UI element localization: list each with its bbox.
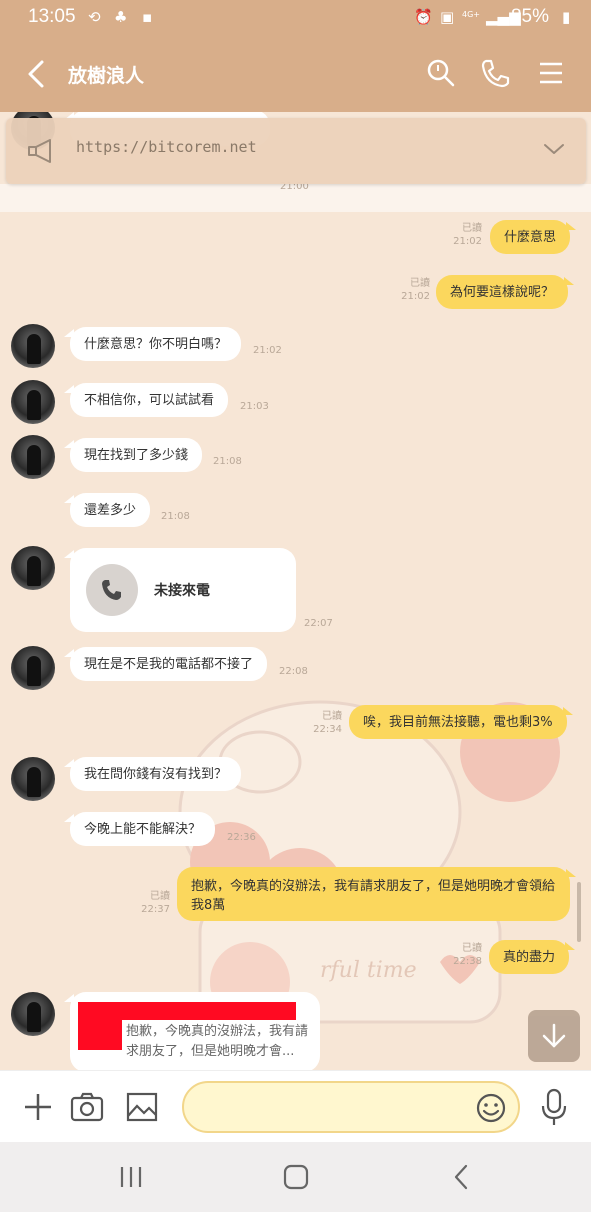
lock-icon: ▣ (440, 8, 455, 26)
message-time: 22:36 (227, 832, 256, 843)
message-read-time: 已讀 21:02 (450, 222, 482, 248)
contact-avatar[interactable] (11, 646, 55, 690)
announcement-banner[interactable]: https://bitcorem.net (6, 118, 586, 184)
read-receipt: 已讀 (462, 223, 482, 234)
image-icon[interactable] (124, 1089, 160, 1125)
back-nav-icon[interactable] (446, 1162, 480, 1192)
read-receipt: 已讀 (462, 943, 482, 954)
message-time: 22:37 (141, 904, 170, 915)
message-input-field[interactable] (182, 1081, 520, 1133)
message-time: 21:03 (240, 401, 269, 412)
message-bubble-incoming[interactable]: 現在找到了多少錢 (63, 438, 203, 472)
back-arrow-icon[interactable] (22, 56, 54, 92)
message-bubble-incoming[interactable]: 現在是不是我的電話都不接了 (63, 647, 268, 681)
read-receipt: 已讀 (410, 278, 430, 289)
message-time: 21:08 (213, 456, 242, 467)
message-icon: ▪ (142, 8, 153, 26)
menu-icon[interactable] (534, 56, 568, 90)
background-text: rful time (320, 958, 417, 983)
message-bubble-incoming[interactable]: 今晚上能不能解決？ (63, 812, 216, 846)
vpn-icon: ⟲ (88, 8, 101, 26)
contact-avatar[interactable] (11, 546, 55, 590)
message-bubble-outgoing[interactable]: 什麼意思 (490, 220, 577, 254)
message-time: 22:34 (313, 724, 342, 735)
chat-header: 放樹浪人 (0, 36, 591, 112)
scrollbar[interactable] (577, 882, 581, 942)
contact-avatar[interactable] (11, 324, 55, 368)
system-navigation-bar (0, 1142, 591, 1212)
home-icon[interactable] (279, 1162, 313, 1192)
message-read-time: 已讀 22:38 (450, 942, 482, 968)
status-bar: 13:05 ⟲ ♣ ▪ ⏰ ▣ 4G+ ▂▄▆ 85% ▮ (0, 0, 591, 36)
message-bubble-incoming[interactable]: 還差多少 (63, 493, 151, 527)
announcement-text[interactable]: https://bitcorem.net (76, 138, 257, 156)
microphone-icon[interactable] (538, 1087, 570, 1127)
missed-call-bubble[interactable]: 未接來電 (64, 548, 296, 632)
chat-title: 放樹浪人 (68, 65, 145, 87)
message-read-time: 已讀 22:34 (310, 710, 342, 736)
read-receipt: 已讀 (150, 891, 170, 902)
emoji-icon[interactable] (474, 1091, 508, 1125)
message-text-input[interactable] (204, 1095, 474, 1119)
battery-percent: 85% (510, 6, 549, 27)
message-time: 21:02 (253, 345, 282, 356)
phone-icon[interactable] (478, 56, 512, 90)
network-type: 4G+ (462, 10, 480, 19)
contact-avatar[interactable] (11, 435, 55, 479)
chevron-down-icon[interactable] (542, 140, 566, 158)
arrow-down-icon (542, 1023, 566, 1048)
recent-apps-icon[interactable] (114, 1162, 148, 1192)
message-time: 22:07 (304, 618, 333, 629)
chat-area[interactable]: rful time 21:00 已讀 21:02 什麼意思 已讀 21:02 為… (0, 112, 591, 1070)
message-bubble-incoming[interactable]: 不相信你，可以試試看 (63, 383, 229, 417)
megaphone-icon (28, 139, 51, 163)
message-time: 21:02 (401, 291, 430, 302)
message-time: 21:08 (161, 511, 190, 522)
message-read-time: 已讀 22:37 (138, 890, 170, 916)
status-time: 13:05 (28, 6, 76, 27)
missed-call-label: 未接來電 (154, 583, 210, 599)
search-icon[interactable] (424, 56, 458, 90)
message-time: 21:02 (453, 236, 482, 247)
scroll-to-bottom-button[interactable] (528, 1010, 580, 1062)
reply-message-bubble[interactable]: 抱歉，今晚真的沒辦法，我有請求朋友了，但是她明晚才會... (64, 992, 320, 1070)
message-bubble-incoming[interactable]: 我在問你錢有沒有找到？ (63, 757, 242, 791)
message-time: 22:38 (453, 956, 482, 967)
message-bubble-outgoing[interactable]: 抱歉，今晚真的沒辦法，我有請求朋友了，但是她明晚才會領給我8萬 (177, 867, 576, 921)
contact-avatar[interactable] (11, 992, 55, 1036)
alarm-icon: ⏰ (414, 8, 433, 26)
battery-icon: ▮ (562, 8, 571, 26)
quoted-message: 抱歉，今晚真的沒辦法，我有請求朋友了，但是她明晚才會... (122, 1020, 312, 1064)
message-time: 22:08 (279, 666, 308, 677)
contact-avatar[interactable] (11, 757, 55, 801)
phone-icon (102, 580, 121, 600)
contact-avatar[interactable] (11, 380, 55, 424)
plus-icon[interactable] (20, 1089, 56, 1125)
message-read-time: 已讀 21:02 (398, 277, 430, 303)
camera-icon[interactable] (69, 1089, 105, 1125)
app-notification-icon: ♣ (114, 8, 128, 26)
message-bubble-outgoing[interactable]: 唉，我目前無法接聽，電也剩3% (349, 705, 573, 739)
message-bubble-incoming[interactable]: 什麼意思？你不明白嗎？ (63, 327, 242, 361)
message-bubble-outgoing[interactable]: 真的盡力 (489, 940, 576, 974)
read-receipt: 已讀 (322, 711, 342, 722)
message-bubble-outgoing[interactable]: 為何要這樣說呢？ (436, 275, 575, 309)
message-input-bar (0, 1070, 591, 1142)
